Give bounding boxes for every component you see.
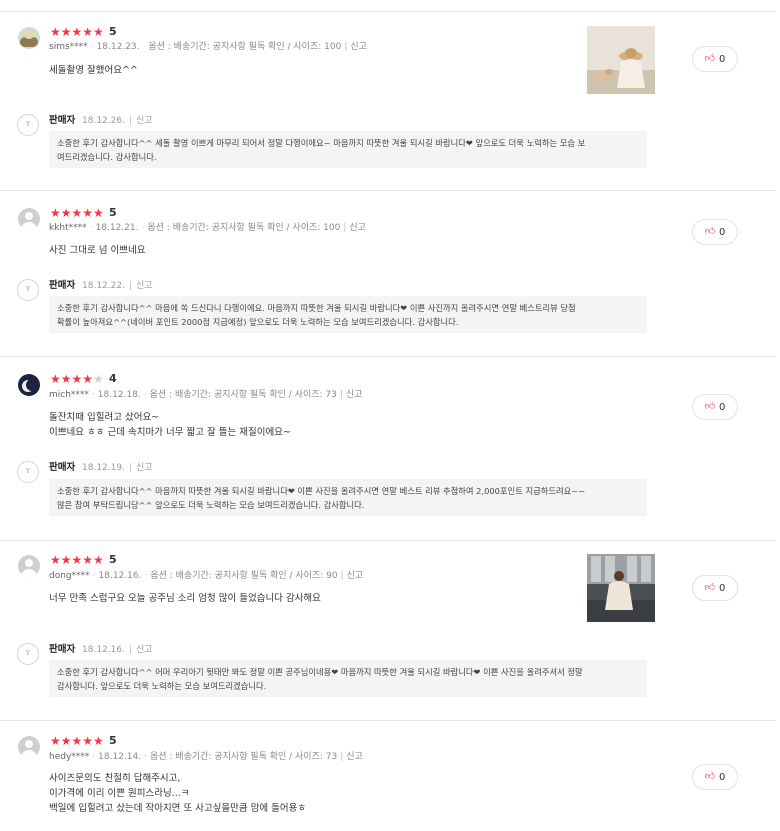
- review-date: 18.12.16.: [98, 571, 142, 581]
- star-rating: ★★★★★: [50, 372, 104, 386]
- report-link[interactable]: 신고: [349, 223, 366, 233]
- report-link[interactable]: 신고: [136, 645, 153, 655]
- like-count: 0: [719, 401, 726, 413]
- purchase-option: 옵션 : 배송기간: 공지사항 필독 확인 / 사이즈: 100: [148, 42, 342, 52]
- seller-logo: Y: [17, 114, 39, 136]
- review-text: 돌잔치때 입힐려고 샀어요~ 이쁘네요 ㅎㅎ 근데 속치마가 너무 짧고 잘 뜰…: [49, 412, 291, 438]
- divider: [0, 11, 776, 12]
- review-text: 사이즈문의도 친절히 답해주시고, 이가격에 이리 이쁜 원피스라닝...ㅋ 백…: [49, 773, 307, 814]
- report-link[interactable]: 신고: [136, 116, 153, 126]
- seller-reply: 소중한 후기 감사합니다^^ 세돌 촬영 이쁘게 마무리 되어서 정말 다행이에…: [49, 131, 647, 168]
- review-photo[interactable]: [587, 554, 655, 622]
- divider: [0, 190, 776, 191]
- like-count: 0: [719, 582, 726, 594]
- avatar: [18, 736, 40, 758]
- seller-name: 판매자: [49, 115, 76, 126]
- seller-reply: 소중한 후기 감사합니다^^ 마음까지 따뜻한 겨울 되시길 바랍니다❤ 이쁜 …: [49, 479, 647, 516]
- review-date: 18.12.21.: [95, 223, 139, 233]
- user-id: hedy****: [49, 752, 90, 762]
- review-date: 18.12.14.: [98, 752, 142, 762]
- review-meta: mich**** · 18.12.18. · 옵션 : 배송기간: 공지사항 필독 확인…: [49, 390, 363, 400]
- user-id: kkht****: [49, 223, 87, 233]
- star-rating: ★★★★★: [50, 206, 104, 220]
- purchase-option: 옵션 : 배송기간: 공지사항 필독 확인 / 사이즈: 100: [147, 223, 341, 233]
- like-button[interactable]: 👍︎ 0: [692, 764, 738, 790]
- user-id: sims****: [49, 42, 88, 52]
- review-meta: kkht**** · 18.12.21. · 옵션 : 배송기간: 공지사항 필독 확인…: [49, 223, 366, 233]
- thumbs-up-icon: 👍︎: [704, 401, 716, 412]
- purchase-option: 옵션 : 배송기간: 공지사항 필독 확인 / 사이즈: 73: [149, 390, 337, 400]
- review-text: 너무 만족 스럽구요 오늘 공주님 소리 엄청 많이 들었습니다 감사해요: [49, 593, 321, 604]
- avatar: [18, 208, 40, 230]
- avatar: [18, 555, 40, 577]
- rating-score: 5: [109, 553, 117, 566]
- review-meta: hedy**** · 18.12.14. · 옵션 : 배송기간: 공지사항 필독 확인…: [49, 752, 363, 762]
- seller-logo: Y: [17, 461, 39, 483]
- divider: [0, 540, 776, 541]
- rating-score: 5: [109, 25, 117, 38]
- like-button[interactable]: 👍︎ 0: [692, 46, 738, 72]
- reply-meta: 18.12.26. | 신고: [82, 116, 153, 126]
- like-button[interactable]: 👍︎ 0: [692, 394, 738, 420]
- rating-score: 5: [109, 734, 117, 747]
- report-link[interactable]: 신고: [350, 42, 367, 52]
- thumbs-up-icon: 👍︎: [704, 771, 716, 782]
- avatar: [18, 27, 40, 49]
- review-date: 18.12.18.: [97, 390, 141, 400]
- star-rating: ★★★★★: [50, 553, 104, 567]
- rating-score: 4: [109, 372, 117, 385]
- star-rating: ★★★★★: [50, 734, 104, 748]
- thumbs-up-icon: 👍︎: [704, 582, 716, 593]
- review-text: 사진 그대로 넘 이쁘네요: [49, 245, 146, 256]
- rating-score: 5: [109, 206, 117, 219]
- seller-logo: Y: [17, 279, 39, 301]
- report-link[interactable]: 신고: [346, 752, 363, 762]
- seller-reply: 소중한 후기 감사합니다^^ 어머 우리아기 뒷태만 봐도 정말 이쁜 공주님이…: [49, 660, 647, 697]
- reply-meta: 18.12.19. | 신고: [82, 463, 153, 473]
- reply-meta: 18.12.16. | 신고: [82, 645, 153, 655]
- user-id: dong****: [49, 571, 90, 581]
- purchase-option: 옵션 : 배송기간: 공지사항 필독 확인 / 사이즈: 73: [149, 752, 338, 762]
- photo-thumbnail: [587, 26, 655, 94]
- seller-reply: 소중한 후기 감사합니다^^ 마음에 쏙 드신다니 다행이에요. 마음까지 따뜻…: [49, 296, 647, 333]
- thumbs-up-icon: 👍︎: [704, 226, 716, 237]
- divider: [0, 720, 776, 721]
- review-meta: dong**** · 18.12.16. · 옵션 : 배송기간: 공지사항 필독 확인…: [49, 571, 364, 581]
- divider: [0, 356, 776, 357]
- like-count: 0: [719, 53, 726, 65]
- report-link[interactable]: 신고: [136, 281, 153, 291]
- reply-meta: 18.12.22. | 신고: [82, 281, 153, 291]
- purchase-option: 옵션 : 배송기간: 공지사항 필독 확인 / 사이즈: 90: [150, 571, 338, 581]
- review-date: 18.12.23.: [96, 42, 140, 52]
- report-link[interactable]: 신고: [136, 463, 153, 473]
- avatar: [18, 374, 40, 396]
- user-id: mich****: [49, 390, 89, 400]
- seller-name: 판매자: [49, 462, 76, 473]
- thumbs-up-icon: 👍︎: [704, 53, 716, 64]
- seller-name: 판매자: [49, 280, 76, 291]
- like-count: 0: [719, 771, 726, 783]
- like-count: 0: [719, 226, 726, 238]
- review-photo[interactable]: [587, 26, 655, 94]
- report-link[interactable]: 신고: [346, 390, 363, 400]
- photo-thumbnail: [587, 554, 655, 622]
- seller-name: 판매자: [49, 644, 76, 655]
- seller-logo: Y: [17, 643, 39, 665]
- like-button[interactable]: 👍︎ 0: [692, 219, 738, 245]
- review-meta: sims**** · 18.12.23. · 옵션 : 배송기간: 공지사항 필독 확인…: [49, 42, 367, 52]
- review-text: 세돌촬영 잘했어요^^: [49, 65, 138, 76]
- like-button[interactable]: 👍︎ 0: [692, 575, 738, 601]
- report-link[interactable]: 신고: [347, 571, 364, 581]
- star-rating: ★★★★★: [50, 25, 104, 39]
